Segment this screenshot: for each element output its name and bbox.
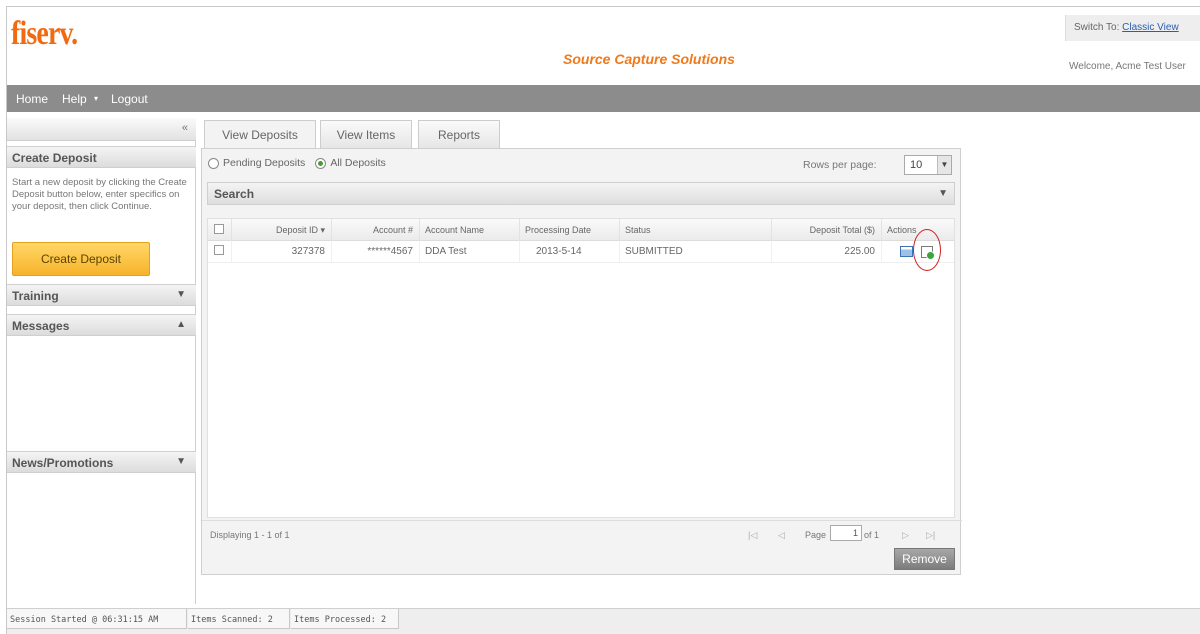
highlight-circle-annotation [913, 229, 941, 271]
cell-account: ******4567 [332, 241, 420, 263]
all-deposits-label[interactable]: All Deposits [330, 157, 385, 169]
col-deposit-total[interactable]: Deposit Total ($) [772, 219, 882, 241]
all-deposits-radio[interactable] [315, 157, 327, 169]
tab-reports[interactable]: Reports [418, 120, 500, 148]
page-of-label: of 1 [864, 530, 880, 540]
last-page-icon[interactable]: ▷| [926, 530, 935, 541]
classic-view-link[interactable]: Classic View [1122, 22, 1179, 33]
nav-help[interactable]: Help [62, 92, 87, 106]
col-account[interactable]: Account # [332, 219, 420, 241]
status-bar: Session Started @ 06:31:15 AM Items Scan… [7, 608, 1200, 634]
select-all-checkbox[interactable] [214, 224, 224, 234]
tab-view-items[interactable]: View Items [320, 120, 412, 148]
sidebar-section-news[interactable]: News/Promotions ▼ [7, 451, 196, 473]
displaying-count: Displaying 1 - 1 of 1 [210, 530, 290, 540]
training-heading: Training [12, 289, 59, 303]
nav-bar: Home Help ▾ Logout [7, 85, 1200, 112]
messages-heading: Messages [12, 319, 70, 333]
sidebar-collapse-bar[interactable]: « [7, 118, 196, 141]
welcome-text: Welcome, Acme Test User [1069, 61, 1186, 72]
sidebar-section-training[interactable]: Training ▼ [7, 284, 196, 306]
select-all-cell [208, 219, 232, 241]
cell-deposit-total: 225.00 [772, 241, 882, 263]
pagination-bar: Displaying 1 - 1 of 1 |◁ ◁ Page 1 of 1 ▷… [202, 520, 962, 544]
table-row[interactable]: 327378 ******4567 DDA Test 2013-5-14 SUB… [208, 229, 954, 271]
col-status[interactable]: Status [620, 219, 772, 241]
nav-home[interactable]: Home [16, 92, 48, 106]
items-scanned-status: Items Scanned: 2 [188, 609, 290, 629]
fiserv-logo: fiserv. [11, 15, 78, 52]
items-processed-status: Items Processed: 2 [291, 609, 399, 629]
expand-down-icon[interactable]: ▼ [938, 188, 948, 199]
cell-deposit-id: 327378 [232, 241, 332, 263]
pending-deposits-label[interactable]: Pending Deposits [223, 157, 305, 169]
first-page-icon[interactable]: |◁ [748, 530, 757, 541]
create-deposit-button[interactable]: Create Deposit [12, 242, 150, 276]
col-deposit-id[interactable]: Deposit ID ▾ [232, 219, 332, 241]
page-number-input[interactable]: 1 [830, 525, 862, 541]
collapse-left-icon[interactable]: « [182, 122, 188, 134]
col-processing-date[interactable]: Processing Date [520, 219, 620, 241]
rows-per-page-value: 10 [910, 159, 923, 171]
remove-button[interactable]: Remove [894, 548, 955, 570]
session-started-status: Session Started @ 06:31:15 AM [7, 609, 187, 629]
cell-status: SUBMITTED [620, 241, 772, 263]
sidebar-section-messages[interactable]: Messages ▲ [7, 314, 196, 336]
page-label: Page [805, 530, 827, 540]
header: fiserv. Source Capture Solutions Switch … [7, 7, 1200, 85]
next-page-icon[interactable]: ▷ [902, 530, 909, 541]
collapse-up-icon[interactable]: ▲ [176, 319, 186, 330]
create-deposit-heading: Create Deposit [12, 151, 97, 165]
deposits-table: Deposit ID ▾ Account # Account Name Proc… [207, 218, 955, 518]
tab-view-deposits[interactable]: View Deposits [204, 120, 316, 148]
col-account-name[interactable]: Account Name [420, 219, 520, 241]
cell-processing-date: 2013-5-14 [520, 241, 620, 263]
search-heading: Search [214, 187, 255, 201]
nav-logout[interactable]: Logout [111, 92, 148, 106]
expand-down-icon[interactable]: ▼ [176, 289, 186, 300]
create-deposit-description: Start a new deposit by clicking the Crea… [12, 177, 187, 212]
chevron-down-icon[interactable]: ▼ [937, 156, 951, 174]
news-heading: News/Promotions [12, 456, 114, 470]
sidebar: « Create Deposit Start a new deposit by … [7, 118, 196, 604]
switch-label: Switch To: [1074, 22, 1120, 33]
pending-deposits-radio[interactable] [208, 157, 219, 169]
search-section[interactable]: Search ▼ [207, 182, 955, 205]
cell-account-name: DDA Test [420, 241, 520, 263]
switch-view-box: Switch To: Classic View [1065, 15, 1200, 41]
rows-per-page-label: Rows per page: [803, 159, 877, 171]
deposit-filter: Pending Deposits All Deposits [208, 157, 386, 169]
expand-down-icon[interactable]: ▼ [176, 456, 186, 467]
sidebar-section-create-deposit: Create Deposit [7, 146, 196, 168]
row-checkbox[interactable] [214, 245, 224, 255]
chevron-down-icon[interactable]: ▾ [94, 94, 98, 103]
table-header: Deposit ID ▾ Account # Account Name Proc… [208, 219, 954, 241]
view-deposit-icon[interactable] [900, 246, 913, 257]
deposits-panel: Pending Deposits All Deposits Rows per p… [201, 148, 962, 575]
prev-page-icon[interactable]: ◁ [778, 530, 785, 541]
row-select-cell [208, 241, 232, 263]
app-title: Source Capture Solutions [563, 51, 735, 67]
rows-per-page-select[interactable]: 10 ▼ [904, 155, 952, 175]
